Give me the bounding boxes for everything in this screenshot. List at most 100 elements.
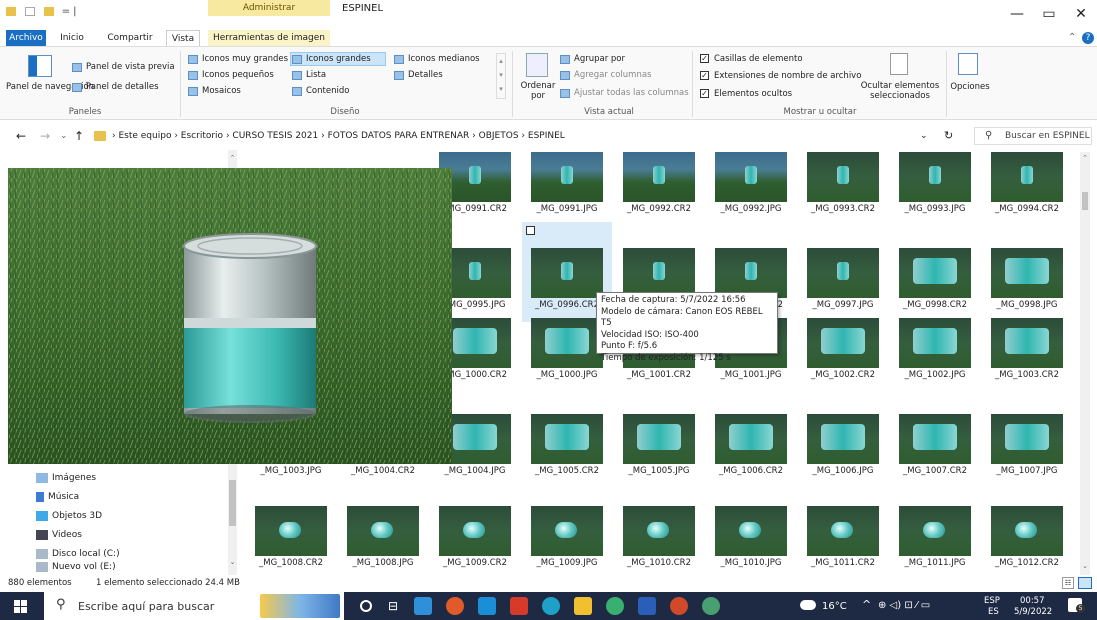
- file-item[interactable]: _MG_1006.CR2: [706, 414, 796, 504]
- size-columns-button[interactable]: Ajustar todas las columnas: [574, 87, 689, 99]
- search-input[interactable]: ⚲ Buscar en ESPINEL: [974, 127, 1092, 145]
- quick-access-toolbar[interactable]: = |: [6, 6, 77, 20]
- navigation-pane-icon[interactable]: [28, 55, 52, 77]
- file-explorer-icon[interactable]: [574, 597, 592, 615]
- tab-home[interactable]: Inicio: [52, 30, 92, 46]
- tab-image-tools[interactable]: Herramientas de imagen: [208, 30, 330, 46]
- acrobat-icon[interactable]: [510, 597, 528, 615]
- nav-item-music[interactable]: Música: [36, 488, 79, 506]
- hide-selected-icon[interactable]: [890, 53, 908, 75]
- breadcrumb[interactable]: › Este equipo › Escritorio › CURSO TESIS…: [112, 128, 565, 144]
- file-checkbox[interactable]: [526, 226, 535, 235]
- word-icon[interactable]: [638, 597, 656, 615]
- folder-icon[interactable]: [6, 6, 16, 16]
- grid-scrollbar[interactable]: ⌃ ⌄: [1080, 152, 1090, 575]
- nav-item-videos[interactable]: Videos: [36, 526, 82, 544]
- layout-content[interactable]: Contenido: [306, 85, 349, 97]
- details-pane-button[interactable]: Panel de detalles: [86, 81, 159, 93]
- file-item[interactable]: _MG_0993.CR2: [798, 152, 888, 242]
- maximize-button[interactable]: ▭: [1034, 4, 1064, 24]
- hidden-items-checkbox[interactable]: ✓: [700, 89, 709, 98]
- layout-large[interactable]: Iconos grandes: [306, 53, 371, 65]
- cortana-icon[interactable]: [360, 600, 372, 612]
- crumb-objetos[interactable]: OBJETOS: [479, 131, 519, 141]
- notification-center-icon[interactable]: 5: [1068, 598, 1085, 613]
- forward-arrow-icon[interactable]: →: [40, 128, 50, 144]
- clock-date[interactable]: 5/9/2022: [1014, 607, 1052, 617]
- navigation-pane-button[interactable]: Panel de navegación: [6, 81, 94, 93]
- large-icons-view-icon[interactable]: [1078, 577, 1092, 589]
- properties-icon[interactable]: [25, 6, 36, 16]
- file-item[interactable]: _MG_1002.CR2: [798, 318, 888, 408]
- tray-chevron-icon[interactable]: ^: [862, 599, 871, 610]
- crumb-espinel[interactable]: ESPINEL: [528, 131, 565, 141]
- options-icon[interactable]: [958, 53, 978, 75]
- layout-medium[interactable]: Iconos medianos: [408, 53, 480, 65]
- file-item[interactable]: _MG_0992.JPG: [706, 152, 796, 242]
- options-button[interactable]: Opciones: [948, 81, 992, 93]
- tab-file[interactable]: Archivo: [6, 30, 46, 46]
- layout-tiles[interactable]: Mosaicos: [202, 85, 241, 97]
- add-columns-button[interactable]: Agregar columnas: [574, 69, 651, 81]
- chrome-profile-icon[interactable]: [702, 597, 720, 615]
- file-item[interactable]: _MG_0994.CR2: [982, 152, 1072, 242]
- preview-pane-button[interactable]: Panel de vista previa: [86, 61, 175, 73]
- file-item[interactable]: _MG_1005.JPG: [614, 414, 704, 504]
- minimize-button[interactable]: —: [1002, 4, 1032, 24]
- qat-customize[interactable]: = |: [62, 6, 77, 17]
- file-item[interactable]: _MG_1002.JPG: [890, 318, 980, 408]
- tray-icons[interactable]: ⊕ ◁) ⊡ ⁄ ▭: [878, 601, 930, 611]
- windows-start-icon[interactable]: [14, 600, 28, 613]
- nav-item-pictures[interactable]: Imágenes: [36, 469, 96, 487]
- mail-icon[interactable]: [478, 597, 496, 615]
- edge-icon[interactable]: [542, 597, 560, 615]
- tab-view[interactable]: Vista: [166, 30, 200, 46]
- layout-scroll-arrows[interactable]: ▴ ▾ ▾: [496, 53, 506, 99]
- file-item[interactable]: _MG_1003.CR2: [982, 318, 1072, 408]
- new-folder-icon[interactable]: [44, 6, 55, 16]
- layout-small[interactable]: Iconos pequeños: [202, 69, 274, 81]
- chrome-alt-icon[interactable]: [606, 597, 624, 615]
- file-item[interactable]: _MG_1006.JPG: [798, 414, 888, 504]
- clock-time[interactable]: 00:57: [1020, 596, 1045, 606]
- tab-share[interactable]: Compartir: [100, 30, 160, 46]
- crumb-curso[interactable]: CURSO TESIS 2021: [232, 131, 318, 141]
- file-extensions-checkbox[interactable]: ✓: [700, 71, 709, 80]
- address-dropdown-icon[interactable]: ⌄: [920, 128, 928, 144]
- crumb-this-pc[interactable]: Este equipo: [118, 131, 171, 141]
- task-view-icon[interactable]: ⊟: [388, 599, 398, 613]
- layout-list[interactable]: Lista: [306, 69, 326, 81]
- weather-temp[interactable]: 16°C: [822, 602, 847, 612]
- help-icon[interactable]: ?: [1082, 32, 1094, 44]
- powerpoint-icon[interactable]: [670, 597, 688, 615]
- layout-details[interactable]: Detalles: [408, 69, 443, 81]
- file-item[interactable]: _MG_1007.CR2: [890, 414, 980, 504]
- language-indicator[interactable]: ESP: [984, 596, 1000, 606]
- sort-by-icon[interactable]: [526, 53, 548, 77]
- chrome-icon[interactable]: [446, 597, 464, 615]
- recent-chevron-icon[interactable]: ⌄: [60, 128, 68, 144]
- up-arrow-icon[interactable]: ↑: [74, 128, 84, 144]
- hide-selected-button[interactable]: Ocultar elementos seleccionados: [858, 81, 942, 101]
- group-by-button[interactable]: Agrupar por: [574, 53, 625, 65]
- refresh-icon[interactable]: ↻: [944, 128, 953, 144]
- nav-item-new-volume[interactable]: Nuevo vol (E:): [36, 561, 116, 573]
- back-arrow-icon[interactable]: ←: [16, 128, 26, 144]
- calendar-app-icon[interactable]: [414, 597, 432, 615]
- sort-by-button[interactable]: Ordenar por: [520, 81, 556, 101]
- close-button[interactable]: ✕: [1066, 4, 1096, 24]
- crumb-fotos[interactable]: FOTOS DATOS PARA ENTRENAR: [328, 131, 470, 141]
- keyboard-layout[interactable]: ES: [988, 607, 999, 617]
- item-checkboxes-checkbox[interactable]: ✓: [700, 54, 709, 63]
- details-view-icon[interactable]: ☷: [1062, 577, 1074, 589]
- taskbar-search-box[interactable]: ⚲ Escribe aquí para buscar: [44, 592, 344, 620]
- collapse-ribbon-icon[interactable]: ⌃: [1068, 32, 1076, 43]
- crumb-desktop[interactable]: Escritorio: [181, 131, 223, 141]
- file-item[interactable]: _MG_1007.JPG: [982, 414, 1072, 504]
- cloud-weather-icon[interactable]: [800, 600, 816, 610]
- file-item[interactable]: _MG_0992.CR2: [614, 152, 704, 242]
- file-item[interactable]: _MG_0993.JPG: [890, 152, 980, 242]
- nav-item-3d-objects[interactable]: Objetos 3D: [36, 507, 102, 525]
- layout-extra-large[interactable]: Iconos muy grandes: [202, 53, 288, 65]
- file-item[interactable]: _MG_1005.CR2: [522, 414, 612, 504]
